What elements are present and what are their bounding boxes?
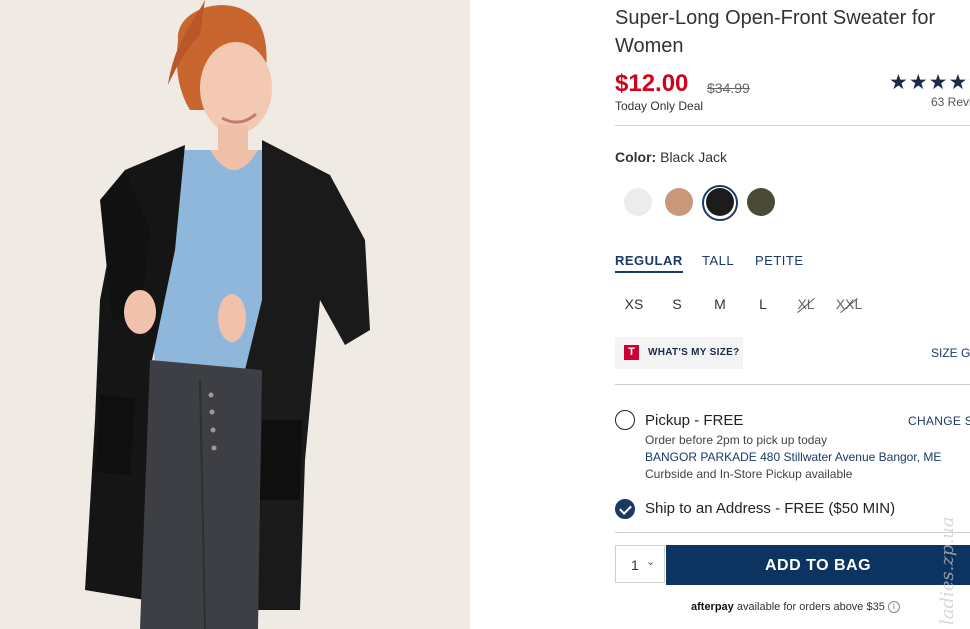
whats-my-size-button[interactable]: T WHAT'S MY SIZE? xyxy=(615,337,743,369)
deal-label: Today Only Deal xyxy=(615,99,704,113)
divider xyxy=(615,532,970,533)
true-fit-icon: T xyxy=(624,345,639,360)
afterpay-text: available for orders above $35 xyxy=(733,601,885,613)
model-illustration xyxy=(0,0,470,629)
ship-label: Ship to an Address - FREE ($50 MIN) xyxy=(645,500,896,517)
rating-stars[interactable]: ★★★★★ xyxy=(889,70,970,95)
watermark: ladies.zp.ua xyxy=(937,516,958,625)
product-details-panel: Super-Long Open-Front Sweater for Women … xyxy=(615,0,970,629)
selected-color-name: Black Jack xyxy=(660,149,728,165)
product-image[interactable] xyxy=(0,0,470,629)
color-swatch-black[interactable] xyxy=(706,188,734,216)
afterpay-logo: afterpay xyxy=(691,601,734,613)
pickup-radio[interactable] xyxy=(615,410,635,430)
pickup-label: Pickup - FREE xyxy=(645,412,744,429)
change-store-link[interactable]: CHANGE ST xyxy=(908,414,970,428)
ship-radio-checked[interactable] xyxy=(615,499,635,519)
tab-tall[interactable]: TALL xyxy=(702,253,734,268)
store-address-link[interactable]: BANGOR PARKADE 480 Stillwater Avenue Ban… xyxy=(645,450,941,464)
color-swatch-olive[interactable] xyxy=(747,188,775,216)
chevron-down-icon: ⌄ xyxy=(646,556,656,568)
size-option-m[interactable]: M xyxy=(705,296,735,312)
curbside-note: Curbside and In-Store Pickup available xyxy=(645,467,853,481)
size-option-s[interactable]: S xyxy=(662,296,692,312)
review-count-link[interactable]: 63 Revi xyxy=(931,95,970,109)
color-selection: Color: Black Jack xyxy=(615,149,727,165)
whats-my-size-label: WHAT'S MY SIZE? xyxy=(648,347,740,358)
color-swatch-tan[interactable] xyxy=(665,188,693,216)
divider xyxy=(615,384,970,385)
size-option-xs[interactable]: XS xyxy=(619,296,649,312)
quantity-select[interactable]: 1 ⌄ xyxy=(615,545,665,583)
size-guide-link[interactable]: SIZE GU xyxy=(931,346,970,360)
original-price: $34.99 xyxy=(707,80,750,96)
size-option-xl-unavailable[interactable]: XL xyxy=(791,296,821,312)
size-option-l[interactable]: L xyxy=(748,296,778,312)
divider xyxy=(615,125,970,126)
info-icon[interactable]: i xyxy=(887,601,900,614)
sale-price: $12.00 xyxy=(615,70,689,97)
color-label: Color: xyxy=(615,149,657,165)
tab-regular[interactable]: REGULAR xyxy=(615,253,683,273)
product-title: Super-Long Open-Front Sweater for Women xyxy=(615,7,936,57)
tab-petite[interactable]: PETITE xyxy=(755,253,804,268)
quantity-value: 1 xyxy=(631,557,639,573)
add-to-bag-button[interactable]: ADD TO BAG xyxy=(666,545,970,585)
color-swatch-white[interactable] xyxy=(624,188,652,216)
afterpay-info: afterpay available for orders above $35 i xyxy=(691,601,900,614)
pickup-order-note: Order before 2pm to pick up today xyxy=(645,433,828,447)
size-option-xxl-unavailable[interactable]: XXL xyxy=(834,296,864,312)
